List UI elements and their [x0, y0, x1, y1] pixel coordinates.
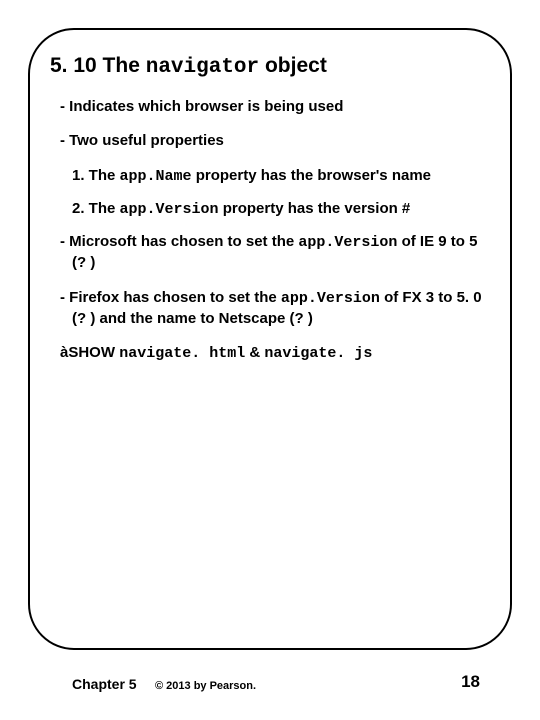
bullet-properties: - Two useful properties	[60, 131, 490, 151]
bullet-microsoft: - Microsoft has chosen to set the app.Ve…	[60, 232, 490, 274]
bullet-indicates: - Indicates which browser is being used	[60, 97, 490, 117]
subitem-appname: 1. The app.Name property has the browser…	[72, 166, 490, 187]
bullet-show: àSHOW navigate. html & navigate. js	[60, 343, 490, 364]
heading-prefix: 5. 10 The	[50, 54, 146, 77]
s2-mono: app.Version	[120, 201, 219, 218]
footer-page-number: 18	[461, 672, 480, 692]
s1-post: property has the browser's name	[192, 167, 431, 184]
s2-pre: 2. The	[72, 200, 120, 217]
content-area: - Indicates which browser is being used …	[50, 97, 490, 364]
b5-pre: SHOW	[68, 344, 119, 361]
b3-pre: - Microsoft has chosen to set the	[60, 233, 298, 250]
sub-list: 1. The app.Name property has the browser…	[60, 166, 490, 221]
slide-frame: 5. 10 The navigator object - Indicates w…	[28, 28, 512, 650]
b4-mono: app.Version	[281, 290, 380, 307]
b3-mono: app.Version	[298, 234, 397, 251]
heading-mono: navigator	[146, 56, 259, 79]
bullet-firefox: - Firefox has chosen to set the app.Vers…	[60, 288, 490, 330]
footer-copyright: © 2013 by Pearson.	[155, 680, 256, 692]
s1-mono: app.Name	[120, 168, 192, 185]
s1-pre: 1. The	[72, 167, 120, 184]
slide-heading: 5. 10 The navigator object	[50, 54, 490, 79]
subitem-appversion: 2. The app.Version property has the vers…	[72, 199, 490, 220]
b5-amp: &	[245, 344, 264, 361]
b5-mono1: navigate. html	[119, 345, 245, 362]
footer-chapter: Chapter 5	[72, 676, 137, 692]
b5-mono2: navigate. js	[264, 345, 372, 362]
b4-pre: - Firefox has chosen to set the	[60, 289, 281, 306]
s2-post: property has the version #	[219, 200, 411, 217]
heading-suffix: object	[259, 54, 327, 77]
slide-footer: Chapter 5 © 2013 by Pearson. 18	[0, 664, 540, 692]
